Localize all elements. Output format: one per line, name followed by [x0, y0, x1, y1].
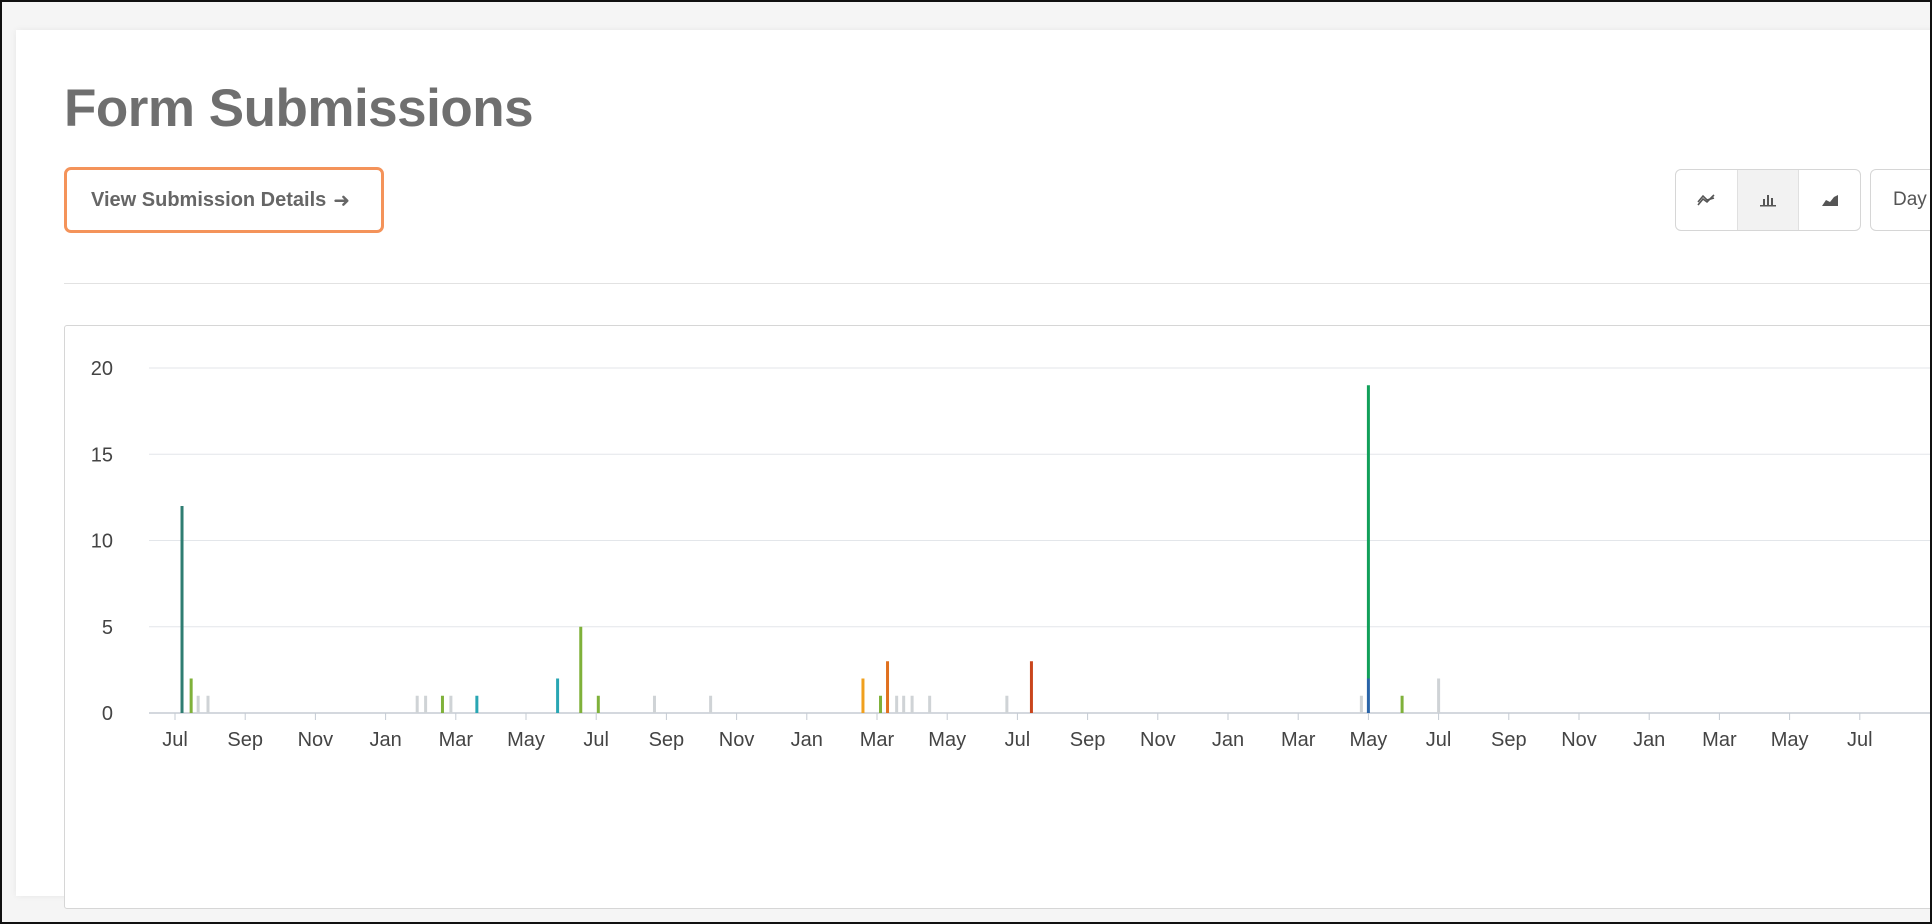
bar: [928, 695, 932, 713]
x-tick-label: May: [1771, 729, 1809, 751]
y-tick-label: 0: [102, 703, 113, 725]
chart-panel: 0 5 10 15 20 Jul Sep Nov Jan Mar May Jul Sep Nov Jan Ma…: [64, 325, 1930, 909]
bar: [910, 695, 914, 713]
bar: [415, 695, 419, 713]
x-tick-label: Sep: [1491, 729, 1527, 751]
view-submission-details-label: View Submission Details: [91, 188, 327, 211]
bar: [440, 695, 444, 713]
form-submissions-card: Form Submissions View Submission Details…: [16, 30, 1930, 909]
bar: [1400, 695, 1404, 713]
x-tick-label: May: [928, 729, 966, 751]
x-tick-label: Jan: [369, 729, 401, 751]
x-tick-label: Sep: [1070, 729, 1106, 751]
bar-chart-button[interactable]: [1737, 170, 1800, 230]
x-tick-label: Jul: [162, 729, 188, 751]
x-tick-label: Mar: [1281, 729, 1316, 751]
chart-type-toggle: [1675, 169, 1861, 231]
page-title: Form Submissions: [64, 79, 534, 138]
x-tick-label: Mar: [1702, 729, 1737, 751]
x-tick-label: Jul: [583, 729, 609, 751]
bar: [556, 678, 560, 713]
y-tick-label: 20: [91, 358, 113, 380]
x-tick-label: Nov: [1561, 729, 1597, 751]
bar: [180, 506, 184, 713]
bar: [652, 695, 656, 713]
submissions-bar-chart: 0 5 10 15 20 Jul Sep Nov Jan Mar May Jul Sep Nov Jan Ma…: [91, 358, 1930, 751]
arrow-right-icon: ➜: [333, 189, 351, 212]
y-tick-label: 5: [102, 617, 113, 639]
bar: [475, 695, 479, 713]
x-tick-label: Nov: [298, 729, 334, 751]
bar: [424, 695, 428, 713]
bar: [879, 695, 883, 713]
area-chart-button[interactable]: [1799, 170, 1860, 230]
bar: [189, 678, 193, 713]
x-tick-label: Sep: [227, 729, 263, 751]
bar: [1437, 678, 1441, 713]
x-tick-label: Mar: [860, 729, 895, 751]
line-chart-button[interactable]: [1676, 170, 1738, 230]
x-tick-label: Nov: [719, 729, 755, 751]
x-tick-label: Jan: [1633, 729, 1665, 751]
bar: [449, 695, 453, 713]
x-tick-label: Jan: [1212, 729, 1244, 751]
x-tick-label: Jan: [791, 729, 823, 751]
x-tick-label: May: [507, 729, 545, 751]
bar-segment: [1366, 678, 1370, 713]
x-tick-label: May: [1350, 729, 1388, 751]
bar: [861, 678, 865, 713]
x-tick-label: Jul: [1847, 729, 1873, 751]
area-chart-icon: [1821, 195, 1838, 206]
y-tick-label: 15: [91, 444, 113, 466]
bar-chart-icon: [1760, 195, 1776, 207]
x-tick-label: Nov: [1140, 729, 1176, 751]
bar: [902, 695, 906, 713]
section-divider: [64, 283, 1930, 284]
bar: [206, 695, 210, 713]
bar: [596, 695, 600, 713]
bar: [709, 695, 713, 713]
bar: [886, 661, 890, 713]
window-frame: Form Submissions View Submission Details…: [0, 0, 1932, 924]
x-tick-label: Mar: [439, 729, 474, 751]
y-tick-label: 10: [91, 531, 113, 553]
x-tick-label: Sep: [649, 729, 685, 751]
bar: [579, 626, 583, 713]
bar: [1359, 695, 1363, 713]
bar: [895, 695, 899, 713]
bar: [196, 695, 200, 713]
line-chart-icon: [1697, 194, 1715, 206]
view-submission-details-button[interactable]: View Submission Details ➜: [64, 167, 384, 233]
x-tick-label: Jul: [1005, 729, 1031, 751]
period-select-button[interactable]: Day: [1870, 169, 1930, 231]
x-tick-label: Jul: [1426, 729, 1452, 751]
bar-segment: [1366, 385, 1370, 679]
bar: [1005, 695, 1009, 713]
bar: [1029, 661, 1033, 713]
